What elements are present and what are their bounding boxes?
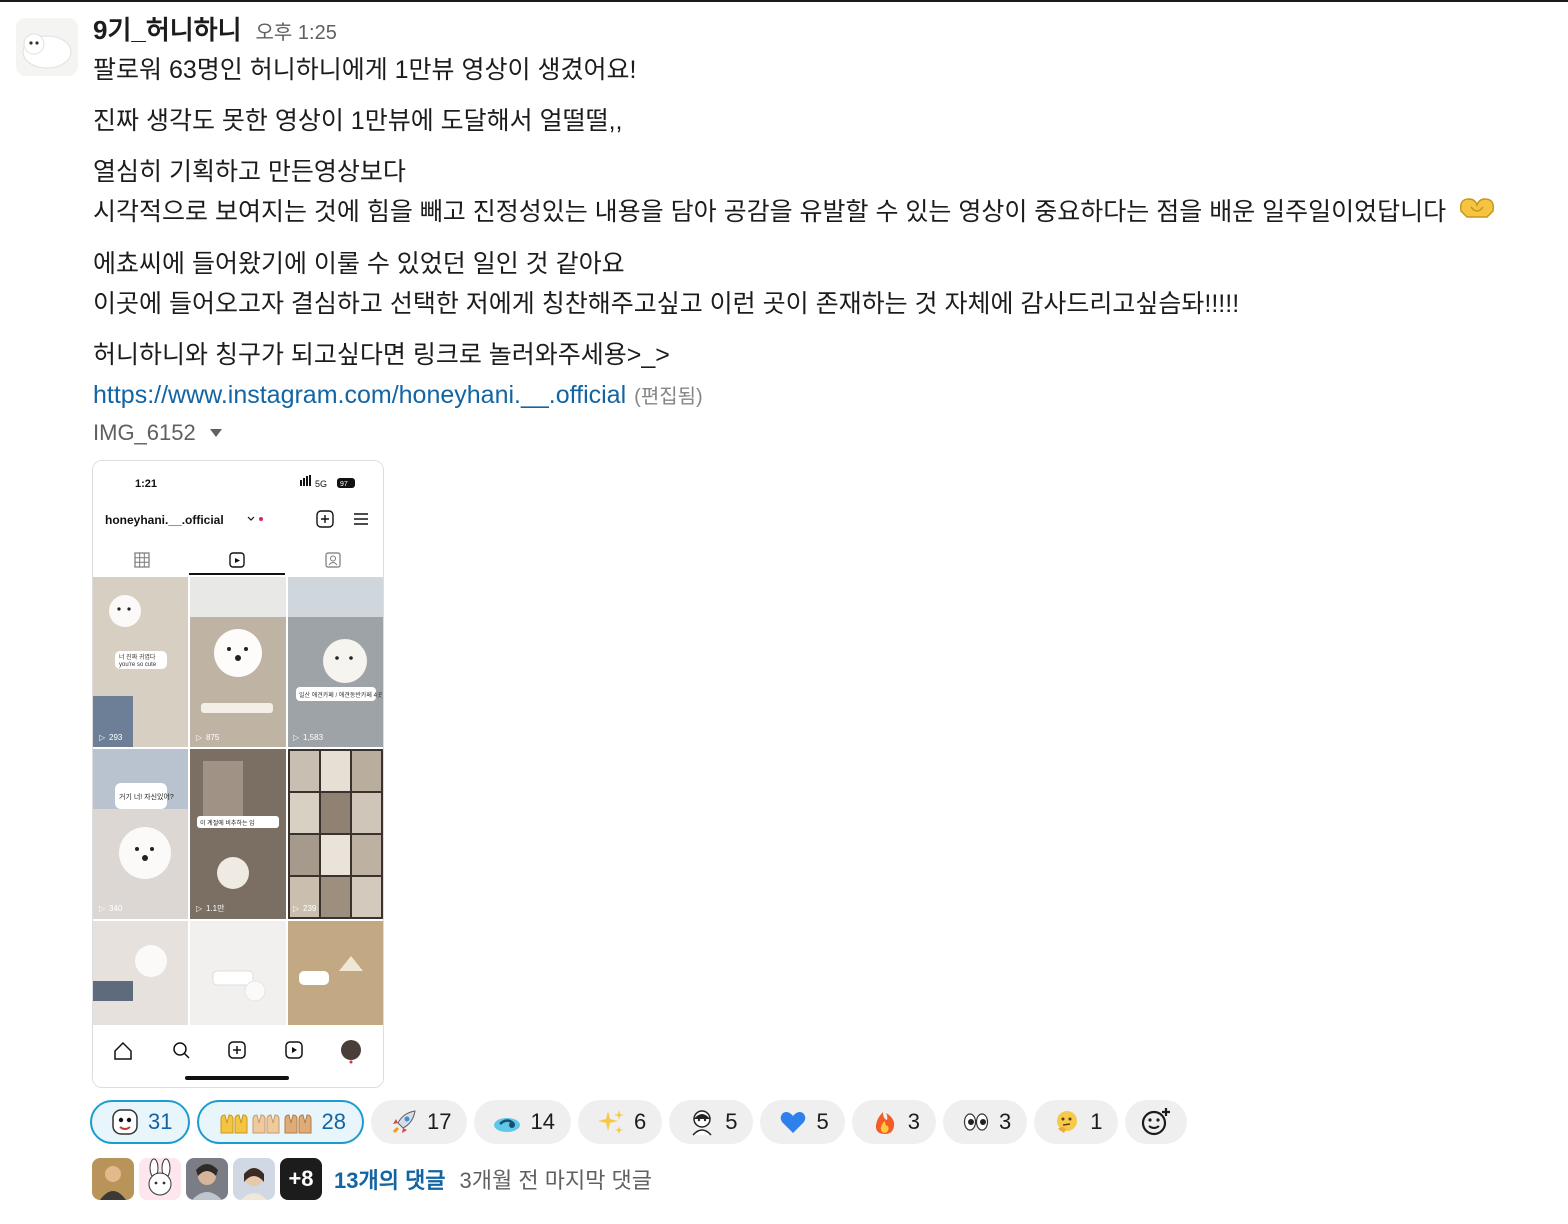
svg-text:▷: ▷ [293, 904, 300, 913]
reaction-count: 17 [426, 1109, 452, 1134]
video-caption: 이 계절에 비추하는 입 [200, 819, 255, 827]
attachment-filename: IMG_6152 [93, 420, 196, 445]
reaction-count: 5 [816, 1109, 829, 1134]
reactions-bar: 31 28 17 14 6 5 5 3 3 1 [90, 1100, 1188, 1144]
svg-text:▷: ▷ [99, 904, 106, 913]
thread-participant-avatar [233, 1158, 275, 1200]
message-line: 허니하니와 칭구가 되고싶다면 링크로 놀러와주세용>_> [93, 341, 670, 370]
username[interactable]: 9기_허니하니 [93, 10, 242, 47]
add-reaction-button[interactable] [1125, 1100, 1188, 1144]
message-line: 이곳에 들어오고자 결심하고 선택한 저에게 칭찬해주고싶고 이런 곳이 존재하… [93, 290, 1240, 319]
svg-text:▷: ▷ [293, 733, 300, 742]
message-header: 9기_허니하니 오후 1:25 [93, 10, 337, 47]
reaction-count: 6 [633, 1109, 647, 1134]
reaction-blue-heart[interactable]: 5 [760, 1100, 845, 1144]
video-caption: 거기 너! 자신있어? [119, 792, 174, 801]
reaction-fire[interactable]: 3 [851, 1100, 936, 1144]
raised-hands-icon [217, 1107, 313, 1137]
heart-hands-icon [1457, 193, 1497, 233]
reaction-eyes[interactable]: 3 [942, 1100, 1028, 1144]
chevron-down-icon [209, 429, 222, 437]
attachment-toggle[interactable]: IMG_6152 [93, 420, 222, 446]
message-line: 시각적으로 보여지는 것에 힘을 빼고 진정성있는 내용을 담아 공감을 유발할… [93, 198, 1447, 226]
fire-icon [870, 1107, 900, 1137]
party-icon [492, 1107, 522, 1137]
reaction-count: 3 [998, 1109, 1012, 1134]
svg-text:▷: ▷ [196, 904, 203, 913]
thread-participant-avatar [186, 1158, 228, 1200]
more-participants-count: +8 [280, 1158, 322, 1200]
message-line: 진짜 생각도 못한 영상이 1만뷰에 도달해서 얼떨떨,, [93, 107, 623, 135]
edited-label: (편집됨) [634, 386, 703, 409]
user-avatar[interactable] [16, 18, 78, 76]
video-caption: you're so cute [119, 662, 157, 668]
view-count: 340 [109, 904, 123, 913]
message-line: 열심히 기획하고 만든영상보다 [93, 158, 406, 186]
instagram-link[interactable]: https://www.instagram.com/honeyhani.__.o… [93, 381, 626, 409]
account-name: honeyhani.__.official [105, 513, 224, 527]
thinking-icon [1052, 1107, 1082, 1137]
reaction-count: 3 [907, 1109, 920, 1134]
last-reply-time: 3개월 전 마지막 댓글 [459, 1168, 653, 1193]
message-paragraph: 열심히 기획하고 만든영상보다 시각적으로 보여지는 것에 힘을 빼고 진정성있… [93, 152, 1553, 233]
reaction-thinking[interactable]: 1 [1034, 1100, 1119, 1144]
message-body: 팔로워 63명인 허니하니에게 1만뷰 영상이 생겼어요! 진짜 생각도 못한 … [93, 50, 1553, 428]
message-line: 에쵸씨에 들어왔기에 이룰 수 있었던 일인 것 같아요 [93, 250, 625, 279]
svg-text:▷: ▷ [99, 733, 106, 742]
sparkles-icon [596, 1107, 626, 1137]
thread-participant-avatar [92, 1158, 134, 1200]
add-emoji-icon [1140, 1106, 1172, 1138]
reaction-count: 1 [1090, 1109, 1103, 1134]
face-icon [110, 1107, 140, 1137]
phone-time: 1:21 [135, 478, 157, 490]
reaction-count: 31 [148, 1109, 173, 1134]
view-count: 875 [206, 733, 220, 742]
signal-label: 5G [315, 479, 327, 489]
video-caption: 일산 애견카페 / 애견동반카페 4곳 [299, 691, 383, 699]
message-paragraph: 에쵸씨에 들어왔기에 이룰 수 있었던 일인 것 같아요 이곳에 들어오고자 결… [93, 244, 1553, 324]
top-divider [0, 0, 1568, 2]
message-line: 팔로워 63명인 허니하니에게 1만뷰 영상이 생겼어요! [93, 56, 637, 84]
thread-summary[interactable]: +8 13개의 댓글 3개월 전 마지막 댓글 [92, 1158, 652, 1200]
reply-count-link[interactable]: 13개의 댓글 [334, 1163, 446, 1195]
view-count: 1.1만 [206, 904, 225, 913]
view-count: 1,583 [303, 733, 324, 742]
blue-heart-icon [778, 1107, 808, 1137]
view-count: 239 [303, 904, 317, 913]
video-caption: 너 진짜 귀엽다 [119, 653, 156, 661]
eyes-icon [961, 1107, 991, 1137]
reaction-count: 28 [321, 1109, 346, 1134]
thread-participant-avatar [139, 1158, 181, 1200]
message-paragraph: 허니하니와 칭구가 되고싶다면 링크로 놀러와주세용>_> https://ww… [93, 335, 1553, 417]
reaction-raised-hands[interactable]: 28 [197, 1100, 364, 1144]
reaction-count: 5 [725, 1109, 738, 1134]
reaction-rocket[interactable]: 17 [370, 1100, 468, 1144]
salute-icon [687, 1107, 717, 1137]
reaction-count: 14 [530, 1109, 555, 1134]
battery-level: 97 [340, 481, 348, 488]
reaction-salute[interactable]: 5 [669, 1100, 754, 1144]
rocket-icon [389, 1107, 419, 1137]
reaction-face[interactable]: 31 [90, 1100, 191, 1144]
reaction-sparkles[interactable]: 6 [577, 1100, 663, 1144]
reaction-party[interactable]: 14 [474, 1100, 571, 1144]
attachment-image[interactable]: 1:21 5G 97 honeyhani.__.official 너 진짜 귀엽… [92, 460, 384, 1088]
view-count: 293 [109, 733, 123, 742]
timestamp[interactable]: 오후 1:25 [256, 16, 337, 45]
svg-text:▷: ▷ [196, 733, 203, 742]
